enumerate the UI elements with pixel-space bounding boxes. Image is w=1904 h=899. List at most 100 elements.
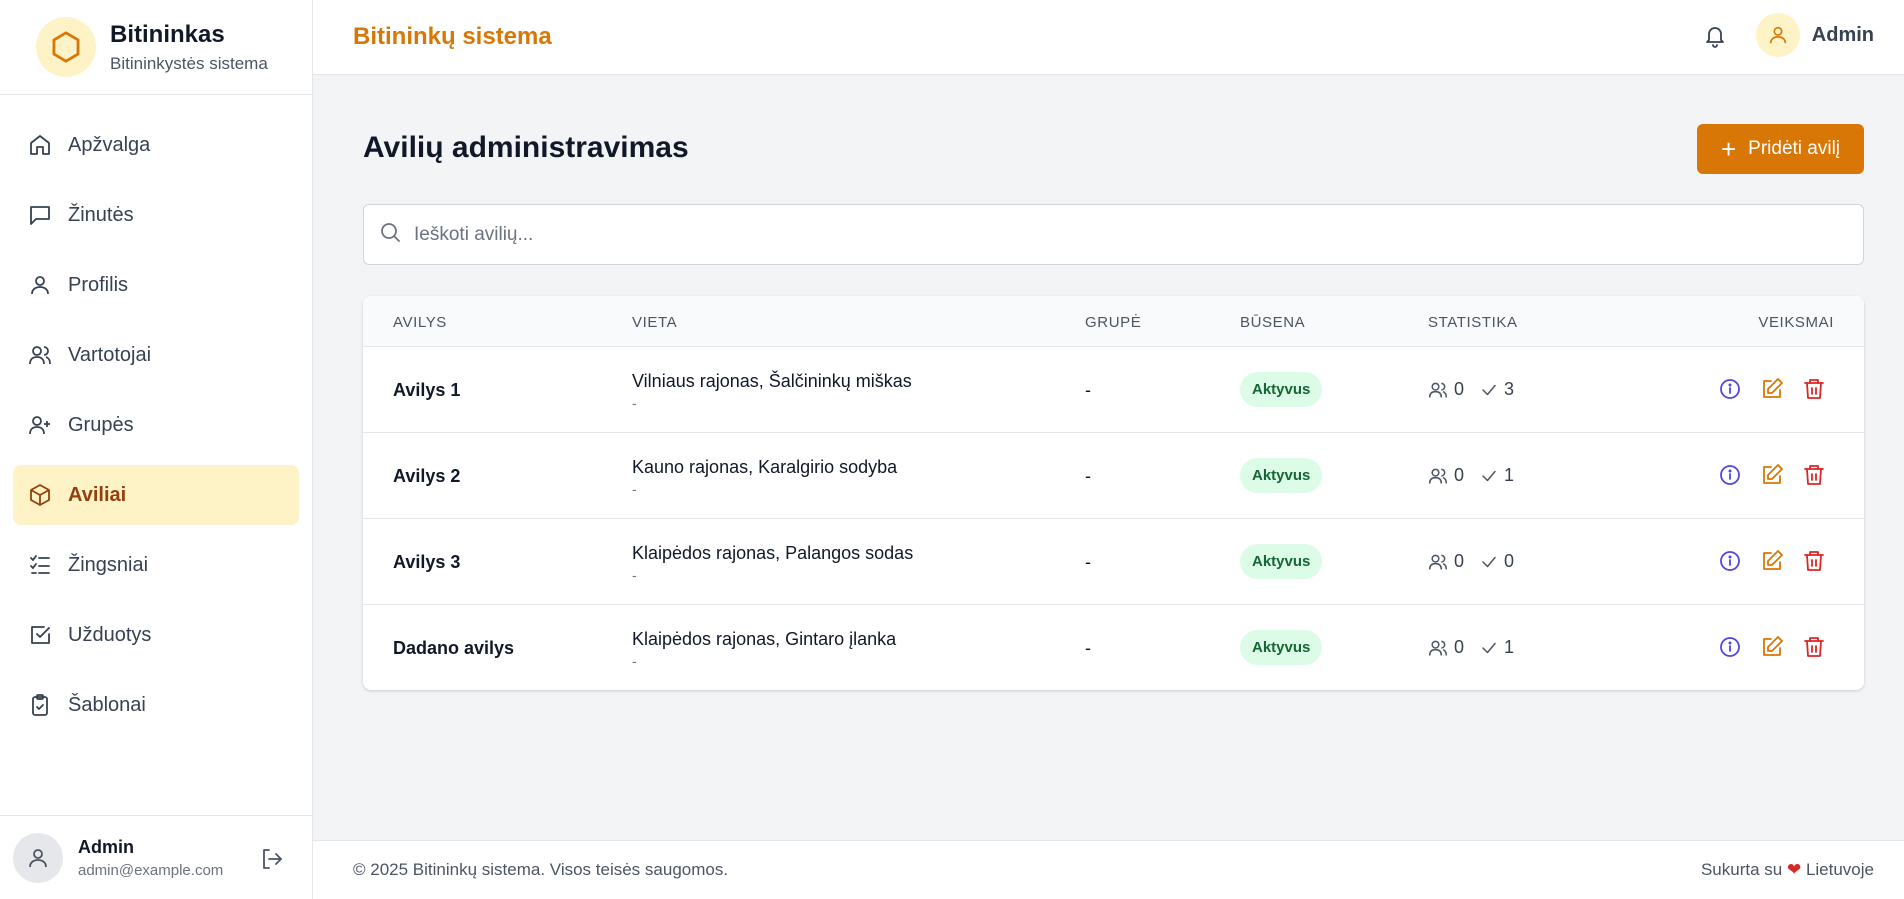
table-row: Avilys 3 Klaipėdos rajonas, Palangos sod… bbox=[363, 519, 1864, 605]
search-icon bbox=[378, 220, 402, 249]
column-header: Veiksmai bbox=[1758, 314, 1834, 331]
info-icon[interactable] bbox=[1718, 549, 1742, 573]
users-icon bbox=[1428, 552, 1448, 572]
hive-location-sub: - bbox=[632, 481, 637, 497]
hive-name: Avilys 3 bbox=[393, 552, 461, 572]
hive-location-sub: - bbox=[632, 653, 637, 669]
hive-group: - bbox=[1085, 552, 1091, 572]
sidebar-item-label: Aviliai bbox=[68, 483, 127, 506]
hive-location-sub: - bbox=[632, 395, 637, 411]
sidebar-item-apzvalga[interactable]: Apžvalga bbox=[13, 115, 299, 175]
info-icon[interactable] bbox=[1718, 377, 1742, 401]
status-badge: Aktyvus bbox=[1240, 372, 1323, 407]
hives-table: Avilys Vieta Grupė Būsena Statistika Vei… bbox=[363, 296, 1864, 690]
sidebar-item-grupes[interactable]: Grupės bbox=[13, 395, 299, 455]
brand-name: Bitininkas bbox=[110, 20, 225, 48]
sidebar-item-vartotojai[interactable]: Vartotojai bbox=[13, 325, 299, 385]
sidebar-item-sablonai[interactable]: Šablonai bbox=[13, 675, 299, 735]
sidebar-item-label: Žinutės bbox=[68, 203, 134, 226]
sidebar-user: Admin admin@example.com bbox=[0, 815, 313, 899]
tasks-count: 3 bbox=[1504, 379, 1515, 399]
users-icon bbox=[28, 343, 52, 367]
sidebar-item-label: Vartotojai bbox=[68, 343, 152, 366]
info-icon[interactable] bbox=[1718, 635, 1742, 659]
members-count: 0 bbox=[1454, 379, 1465, 399]
table-row: Avilys 2 Kauno rajonas, Karalgirio sodyb… bbox=[363, 433, 1864, 519]
hive-location: Klaipėdos rajonas, Palangos sodas bbox=[632, 543, 914, 563]
sidebar-item-zinutes[interactable]: Žinutės bbox=[13, 185, 299, 245]
user-plus-icon bbox=[28, 413, 52, 437]
users-icon bbox=[1428, 466, 1448, 486]
members-count: 0 bbox=[1454, 551, 1465, 571]
clipboard-check-icon bbox=[28, 693, 52, 717]
row-actions bbox=[1700, 635, 1826, 659]
members-count: 0 bbox=[1454, 637, 1465, 657]
sidebar-item-uzduotys[interactable]: Užduotys bbox=[13, 605, 299, 665]
list-checks-icon bbox=[28, 553, 52, 577]
hive-location: Vilniaus rajonas, Šalčininkų miškas bbox=[632, 371, 912, 391]
table-header: Avilys Vieta Grupė Būsena Statistika Vei… bbox=[363, 296, 1864, 347]
edit-icon[interactable] bbox=[1760, 635, 1784, 659]
table-row: Dadano avilys Klaipėdos rajonas, Gintaro… bbox=[363, 605, 1864, 690]
tasks-count: 1 bbox=[1504, 637, 1515, 657]
users-icon bbox=[1428, 380, 1448, 400]
avatar bbox=[1755, 13, 1800, 57]
search-input[interactable] bbox=[414, 223, 1814, 246]
hive-name: Avilys 1 bbox=[393, 380, 461, 400]
plus-icon: + bbox=[1720, 134, 1737, 164]
edit-icon[interactable] bbox=[1760, 377, 1784, 401]
check-icon bbox=[1480, 553, 1498, 571]
sidebar-nav: Apžvalga Žinutės Profilis Vartotojai Gru… bbox=[0, 115, 312, 735]
trash-icon[interactable] bbox=[1802, 463, 1826, 487]
sidebar-item-aviliai[interactable]: Aviliai bbox=[13, 465, 299, 525]
sidebar-item-label: Šablonai bbox=[68, 693, 146, 716]
hive-group: - bbox=[1085, 466, 1091, 486]
info-icon[interactable] bbox=[1718, 463, 1742, 487]
logout-icon[interactable] bbox=[259, 846, 285, 872]
header-user-menu[interactable]: Admin bbox=[1755, 13, 1874, 57]
trash-icon[interactable] bbox=[1802, 377, 1826, 401]
heart-icon: ❤ bbox=[1786, 860, 1802, 879]
edit-icon[interactable] bbox=[1760, 463, 1784, 487]
column-header: Statistika bbox=[1428, 314, 1518, 331]
column-header: Grupė bbox=[1085, 314, 1142, 331]
page-title: Avilių administravimas bbox=[363, 131, 689, 164]
header-title: Bitininkų sistema bbox=[353, 23, 552, 50]
column-header: Būsena bbox=[1240, 314, 1306, 331]
hive-stats: 0 3 bbox=[1428, 379, 1514, 400]
sidebar-item-zingsniai[interactable]: Žingsniai bbox=[13, 535, 299, 595]
brand-subtitle: Bitininkystės sistema bbox=[110, 53, 268, 73]
user-email: admin@example.com bbox=[78, 861, 224, 879]
bell-icon[interactable] bbox=[1701, 22, 1729, 50]
check-icon bbox=[1480, 467, 1498, 485]
hive-stats: 0 1 bbox=[1428, 465, 1514, 486]
sidebar-item-label: Apžvalga bbox=[68, 133, 151, 156]
add-hive-button[interactable]: + Pridėti avilį bbox=[1697, 124, 1864, 174]
hive-location-sub: - bbox=[632, 567, 637, 583]
user-icon bbox=[28, 273, 52, 297]
box-icon bbox=[28, 483, 52, 507]
row-actions bbox=[1700, 549, 1826, 573]
search-box bbox=[363, 204, 1864, 265]
sidebar-item-profilis[interactable]: Profilis bbox=[13, 255, 299, 315]
status-badge: Aktyvus bbox=[1240, 630, 1323, 665]
footer-made-with: Sukurta su ❤ Lietuvoje bbox=[1701, 860, 1874, 880]
users-icon bbox=[1428, 638, 1448, 658]
trash-icon[interactable] bbox=[1802, 635, 1826, 659]
square-check-icon bbox=[28, 623, 52, 647]
trash-icon[interactable] bbox=[1802, 549, 1826, 573]
hive-stats: 0 0 bbox=[1428, 551, 1514, 572]
avatar bbox=[13, 832, 63, 883]
footer-made-suffix: Lietuvoje bbox=[1805, 860, 1874, 879]
tasks-count: 1 bbox=[1504, 465, 1515, 485]
top-header: Bitininkų sistema Admin bbox=[313, 0, 1904, 75]
footer: © 2025 Bitininkų sistema. Visos teisės s… bbox=[313, 840, 1904, 899]
hive-name: Dadano avilys bbox=[393, 638, 515, 658]
tasks-count: 0 bbox=[1504, 551, 1515, 571]
hive-group: - bbox=[1085, 380, 1091, 400]
table-row: Avilys 1 Vilniaus rajonas, Šalčininkų mi… bbox=[363, 347, 1864, 433]
sidebar-item-label: Grupės bbox=[68, 413, 134, 436]
status-badge: Aktyvus bbox=[1240, 458, 1323, 493]
hive-stats: 0 1 bbox=[1428, 637, 1514, 658]
edit-icon[interactable] bbox=[1760, 549, 1784, 573]
